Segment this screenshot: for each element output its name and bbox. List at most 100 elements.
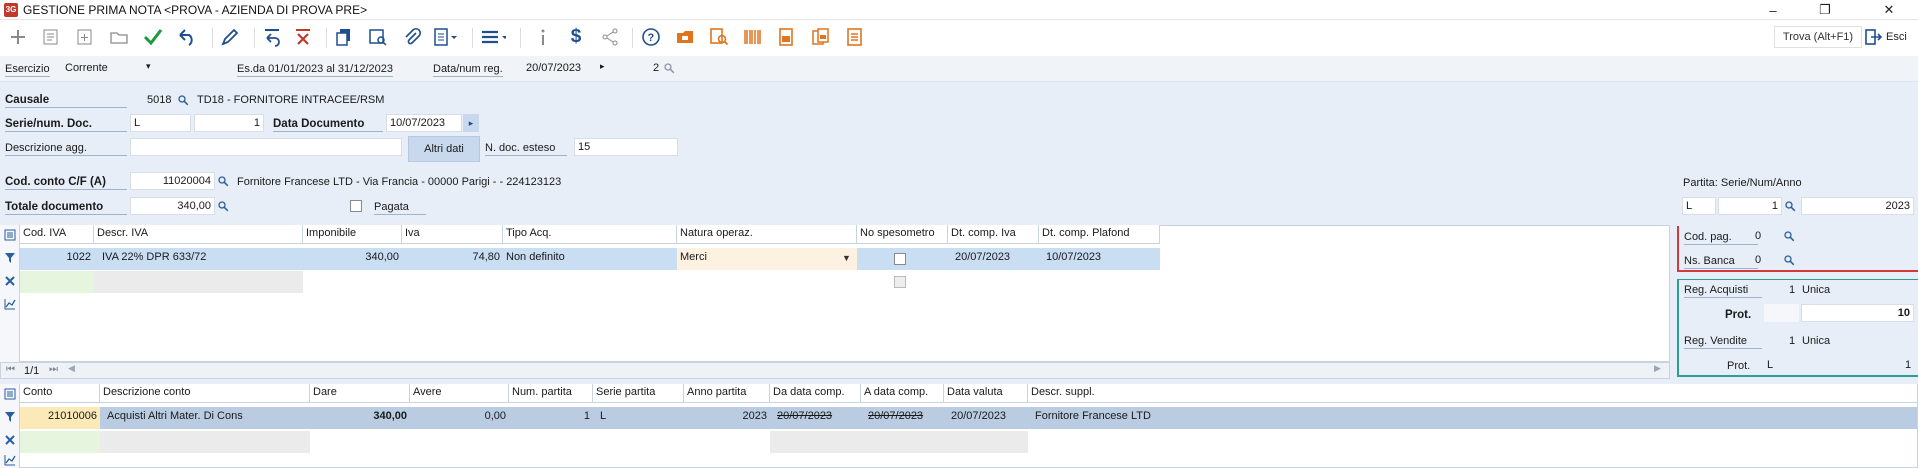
pagata-checkbox[interactable] [350, 200, 362, 212]
search-icon[interactable] [1783, 199, 1797, 213]
num-doc-input[interactable]: 1 [194, 114, 264, 132]
confirm-icon[interactable] [140, 24, 166, 50]
edit-pencil-icon[interactable] [217, 24, 243, 50]
col-descr-iva[interactable]: Descr. IVA [94, 225, 303, 243]
copy-icon[interactable] [331, 24, 357, 50]
help-icon[interactable]: ? [638, 24, 664, 50]
new-row-dates[interactable] [770, 431, 1028, 453]
cod-pag-value[interactable]: 0 [1755, 230, 1761, 242]
document-dropdown-icon[interactable] [433, 24, 459, 50]
grid-menu-icon[interactable] [2, 227, 18, 243]
ns-banca-value[interactable]: 0 [1755, 254, 1761, 266]
data-documento-input[interactable]: 10/07/2023 [386, 114, 462, 132]
col-dt-comp-plafond[interactable]: Dt. comp. Plafond [1039, 225, 1160, 243]
orange-search-icon[interactable] [706, 24, 732, 50]
cell-avere[interactable]: 0,00 [410, 407, 509, 427]
clear-filter-icon[interactable] [2, 273, 18, 289]
close-button[interactable]: ✕ [1866, 0, 1912, 20]
new-list-icon[interactable] [38, 24, 64, 50]
col-da-data-comp[interactable]: Da data comp. [770, 384, 861, 402]
cell-a-data-comp[interactable]: 20/07/2023 [865, 407, 944, 427]
chevron-down-icon[interactable]: ▾ [146, 61, 151, 72]
cell-natura-operaz[interactable]: Merci [677, 248, 857, 270]
col-avere[interactable]: Avere [410, 384, 509, 402]
cell-dt-comp-iva[interactable]: 20/07/2023 [952, 248, 1039, 268]
col-a-data-comp[interactable]: A data comp. [861, 384, 944, 402]
cell-dt-comp-plafond[interactable]: 10/07/2023 [1043, 248, 1160, 268]
share-icon[interactable] [597, 24, 623, 50]
filter-icon[interactable] [2, 409, 18, 425]
chevron-right-icon[interactable]: ▸ [600, 61, 605, 72]
esercizio-select[interactable]: Corrente [65, 62, 108, 74]
orange-list-icon[interactable] [842, 24, 868, 50]
delete-icon[interactable] [290, 24, 316, 50]
causale-code[interactable]: 5018 [147, 94, 171, 106]
prot-value[interactable]: 10 [1801, 304, 1914, 322]
cell-da-data-comp[interactable]: 20/07/2023 [774, 407, 861, 427]
cell-dare[interactable]: 340,00 [310, 407, 410, 427]
attachment-icon[interactable] [399, 24, 425, 50]
new-row-checkbox[interactable] [894, 276, 906, 288]
cell-anno-partita[interactable]: 2023 [684, 407, 770, 427]
minimize-button[interactable]: – [1750, 0, 1796, 20]
col-iva[interactable]: Iva [402, 225, 503, 243]
col-dt-comp-iva[interactable]: Dt. comp. Iva [948, 225, 1039, 243]
col-dare[interactable]: Dare [310, 384, 410, 402]
col-conto[interactable]: Conto [20, 384, 100, 402]
scroll-right-icon[interactable]: ▶ [1654, 363, 1661, 374]
cod-conto-input[interactable]: 11020004 [130, 172, 215, 190]
col-cod-iva[interactable]: Cod. IVA [20, 225, 94, 243]
open-folder-icon[interactable] [106, 24, 132, 50]
cell-data-valuta[interactable]: 20/07/2023 [948, 407, 1028, 427]
table-row[interactable]: 1022 IVA 22% DPR 633/72 340,00 74,80 Non… [20, 248, 1160, 270]
clear-filter-icon[interactable] [2, 432, 18, 448]
esci-button[interactable]: Esci [1864, 26, 1914, 48]
prot2-serie[interactable]: L [1767, 359, 1773, 371]
cell-conto[interactable]: 21010006 [20, 407, 100, 429]
trova-button[interactable]: Trova (Alt+F1) [1774, 26, 1862, 48]
calendar-search-icon[interactable] [365, 24, 391, 50]
menu-icon[interactable] [480, 24, 506, 50]
col-anno-partita[interactable]: Anno partita [684, 384, 770, 402]
cell-imponibile[interactable]: 340,00 [303, 248, 402, 268]
col-tipo-acq[interactable]: Tipo Acq. [503, 225, 677, 243]
new-document-icon[interactable] [72, 24, 98, 50]
search-icon[interactable] [216, 199, 230, 213]
partita-num-input[interactable]: 1 [1718, 197, 1782, 215]
cell-tipo-acq[interactable]: Non definito [503, 248, 677, 268]
orange-folder-icon[interactable] [672, 24, 698, 50]
totale-documento-input[interactable]: 340,00 [130, 197, 215, 215]
new-row-conto[interactable] [20, 431, 100, 453]
dropdown-arrow-icon[interactable]: ▼ [842, 253, 851, 263]
col-natura-operaz[interactable]: Natura operaz. [677, 225, 857, 243]
last-page-icon[interactable]: ⏭ [49, 364, 58, 375]
revert-icon[interactable] [259, 24, 285, 50]
table-row[interactable]: 21010006 Acquisti Altri Mater. Di Cons 3… [20, 407, 1917, 429]
n-doc-esteso-input[interactable]: 15 [574, 138, 678, 156]
cell-num-partita[interactable]: 1 [509, 407, 593, 427]
partita-anno-input[interactable]: 2023 [1801, 197, 1914, 215]
search-icon[interactable] [1782, 229, 1796, 243]
col-num-partita[interactable]: Num. partita [509, 384, 593, 402]
altri-dati-button[interactable]: Altri dati [408, 136, 480, 162]
cell-descr-iva[interactable]: IVA 22% DPR 633/72 [99, 248, 303, 268]
orange-copy-icon[interactable] [808, 24, 834, 50]
col-no-spesometro[interactable]: No spesometro [857, 225, 948, 243]
grid-menu-icon[interactable] [2, 386, 18, 402]
descrizione-agg-input[interactable] [130, 138, 402, 156]
prot-serie[interactable] [1764, 304, 1799, 322]
num-reg-value[interactable]: 2 [653, 62, 659, 74]
scroll-left-icon[interactable]: ◀ [68, 363, 75, 374]
search-icon[interactable] [1782, 253, 1796, 267]
no-spesometro-checkbox[interactable] [894, 253, 906, 265]
barcode-icon[interactable] [740, 24, 766, 50]
col-data-valuta[interactable]: Data valuta [944, 384, 1028, 402]
col-descrizione-conto[interactable]: Descrizione conto [100, 384, 310, 402]
prot2-value[interactable]: 1 [1905, 359, 1911, 371]
serie-doc-input[interactable]: L [130, 114, 191, 132]
chart-icon[interactable] [2, 452, 18, 468]
col-serie-partita[interactable]: Serie partita [593, 384, 684, 402]
chart-icon[interactable] [2, 296, 18, 312]
data-reg-value[interactable]: 20/07/2023 [526, 62, 581, 74]
search-icon[interactable] [176, 93, 190, 107]
